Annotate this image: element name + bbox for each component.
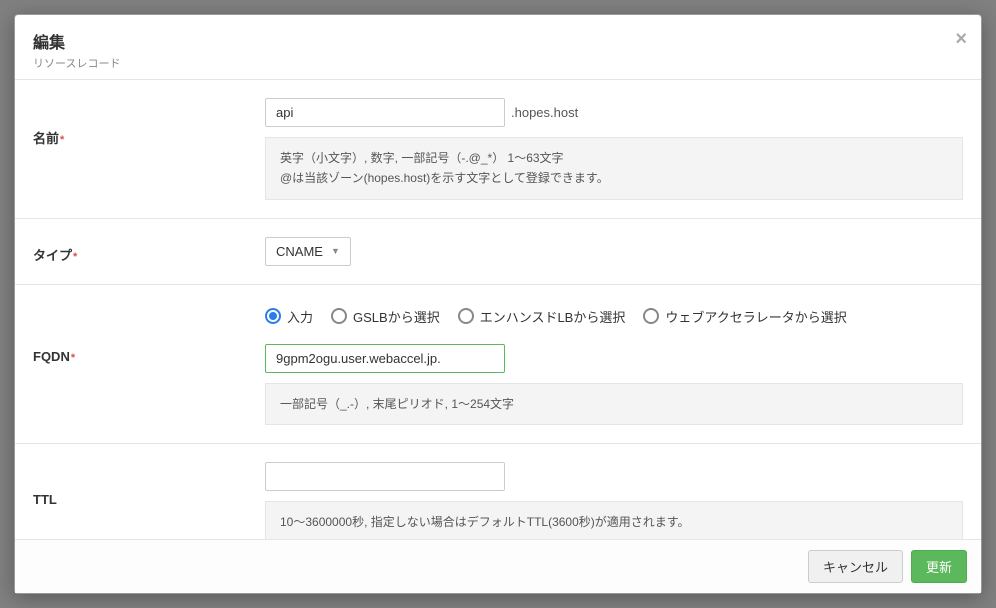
fqdn-input-line [265, 344, 963, 373]
field-content-type: CNAME ▼ [265, 237, 963, 266]
radio-icon [643, 308, 659, 324]
ttl-hint: 10〜3600000秒, 指定しない場合はデフォルトTTL(3600秒)が適用さ… [265, 501, 963, 539]
modal-header: 編集 リソースレコード × [15, 15, 981, 80]
fqdn-hint-line: 一部記号（_.-）, 末尾ピリオド, 1〜254文字 [280, 394, 948, 414]
field-content-fqdn: 入力 GSLBから選択 エンハンスドLBから選択 ウェブアクセラレータから選択 [265, 303, 963, 425]
radio-icon [265, 308, 281, 324]
radio-input[interactable]: 入力 [265, 307, 313, 326]
field-label-ttl: TTL [33, 462, 265, 507]
field-label-name: 名前* [33, 98, 265, 147]
name-hint-line1: 英字（小文字）, 数字, 一部記号（-.@_*） 1〜63文字 [280, 148, 948, 168]
label-text-ttl: TTL [33, 492, 57, 507]
field-row-name: 名前* .hopes.host 英字（小文字）, 数字, 一部記号（-.@_*）… [15, 80, 981, 219]
fqdn-input[interactable] [265, 344, 505, 373]
radio-elb[interactable]: エンハンスドLBから選択 [458, 307, 626, 326]
type-select-value: CNAME [276, 244, 323, 259]
edit-resource-record-modal: 編集 リソースレコード × 名前* .hopes.host 英字（小文字）, 数… [14, 14, 982, 594]
label-text-type: タイプ [33, 248, 72, 263]
field-row-fqdn: FQDN* 入力 GSLBから選択 エンハンスドLBから選択 [15, 285, 981, 444]
name-input[interactable] [265, 98, 505, 127]
modal-footer: キャンセル 更新 [15, 539, 981, 593]
label-text-fqdn: FQDN [33, 349, 70, 364]
field-row-ttl: TTL 10〜3600000秒, 指定しない場合はデフォルトTTL(3600秒)… [15, 444, 981, 539]
required-mark: * [73, 251, 77, 263]
submit-button[interactable]: 更新 [911, 550, 967, 583]
radio-icon [331, 308, 347, 324]
chevron-down-icon: ▼ [331, 246, 340, 256]
field-label-type: タイプ* [33, 237, 265, 264]
fqdn-radio-group: 入力 GSLBから選択 エンハンスドLBから選択 ウェブアクセラレータから選択 [265, 307, 963, 326]
label-text-name: 名前 [33, 131, 59, 146]
radio-icon [458, 308, 474, 324]
modal-body: 名前* .hopes.host 英字（小文字）, 数字, 一部記号（-.@_*）… [15, 80, 981, 539]
name-hint-line2: @は当該ゾーン(hopes.host)を示す文字として登録できます。 [280, 168, 948, 188]
ttl-input[interactable] [265, 462, 505, 491]
field-content-name: .hopes.host 英字（小文字）, 数字, 一部記号（-.@_*） 1〜6… [265, 98, 963, 200]
ttl-input-line [265, 462, 963, 491]
type-select[interactable]: CNAME ▼ [265, 237, 351, 266]
ttl-hint-line: 10〜3600000秒, 指定しない場合はデフォルトTTL(3600秒)が適用さ… [280, 512, 948, 532]
cancel-button[interactable]: キャンセル [808, 550, 903, 583]
radio-label-input: 入力 [287, 307, 313, 326]
radio-label-gslb: GSLBから選択 [353, 307, 440, 326]
field-label-fqdn: FQDN* [33, 303, 265, 364]
field-content-ttl: 10〜3600000秒, 指定しない場合はデフォルトTTL(3600秒)が適用さ… [265, 462, 963, 539]
required-mark: * [60, 134, 64, 146]
close-icon[interactable]: × [955, 29, 967, 49]
radio-label-elb: エンハンスドLBから選択 [480, 307, 626, 326]
field-row-type: タイプ* CNAME ▼ [15, 219, 981, 285]
radio-webaccel[interactable]: ウェブアクセラレータから選択 [643, 307, 846, 326]
fqdn-hint: 一部記号（_.-）, 末尾ピリオド, 1〜254文字 [265, 383, 963, 425]
modal-title: 編集 [33, 29, 963, 53]
name-input-line: .hopes.host [265, 98, 963, 127]
name-suffix: .hopes.host [511, 105, 578, 120]
required-mark: * [71, 352, 75, 364]
modal-subtitle: リソースレコード [33, 55, 963, 71]
radio-label-webaccel: ウェブアクセラレータから選択 [665, 307, 846, 326]
radio-gslb[interactable]: GSLBから選択 [331, 307, 440, 326]
name-hint: 英字（小文字）, 数字, 一部記号（-.@_*） 1〜63文字 @は当該ゾーン(… [265, 137, 963, 200]
